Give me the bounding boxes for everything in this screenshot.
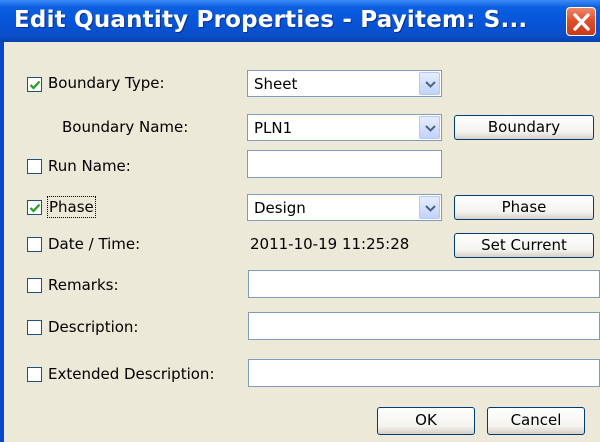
extended-description-checkbox[interactable] bbox=[27, 367, 42, 382]
run-name-checkbox[interactable] bbox=[27, 159, 42, 174]
boundary-type-dropdown-button[interactable] bbox=[419, 72, 440, 95]
boundary-type-label: Boundary Type: bbox=[48, 74, 165, 92]
phase-value: Design bbox=[254, 199, 306, 217]
phase-dropdown-button[interactable] bbox=[419, 196, 440, 219]
phase-checkbox[interactable] bbox=[27, 200, 42, 215]
phase-button[interactable]: Phase bbox=[454, 195, 594, 220]
description-checkbox[interactable] bbox=[27, 320, 42, 335]
ok-button[interactable]: OK bbox=[377, 407, 475, 435]
date-time-checkbox[interactable] bbox=[27, 237, 42, 252]
check-icon bbox=[29, 80, 41, 90]
boundary-button[interactable]: Boundary bbox=[454, 115, 594, 140]
window-border bbox=[0, 42, 4, 442]
set-current-button[interactable]: Set Current bbox=[454, 233, 594, 258]
chevron-down-icon bbox=[425, 205, 436, 212]
boundary-name-label: Boundary Name: bbox=[62, 118, 189, 136]
boundary-type-select[interactable]: Sheet bbox=[247, 70, 442, 97]
date-time-value: 2011-10-19 11:25:28 bbox=[250, 235, 410, 253]
remarks-label: Remarks: bbox=[48, 276, 119, 294]
boundary-name-value: PLN1 bbox=[254, 119, 293, 137]
date-time-label: Date / Time: bbox=[48, 235, 141, 253]
run-name-input[interactable] bbox=[247, 150, 442, 178]
description-label: Description: bbox=[48, 318, 139, 336]
boundary-type-checkbox[interactable] bbox=[27, 77, 42, 92]
check-icon bbox=[29, 203, 41, 213]
run-name-label: Run Name: bbox=[48, 157, 131, 175]
remarks-input[interactable] bbox=[248, 270, 600, 298]
extended-description-label: Extended Description: bbox=[48, 365, 215, 383]
phase-label: Phase bbox=[47, 196, 96, 218]
boundary-type-value: Sheet bbox=[254, 75, 298, 93]
cancel-button[interactable]: Cancel bbox=[487, 407, 585, 435]
chevron-down-icon bbox=[425, 125, 436, 132]
description-input[interactable] bbox=[248, 312, 600, 340]
title-bar[interactable]: Edit Quantity Properties - Payitem: S... bbox=[0, 0, 600, 42]
boundary-name-select[interactable]: PLN1 bbox=[247, 114, 442, 141]
remarks-checkbox[interactable] bbox=[27, 278, 42, 293]
close-button[interactable] bbox=[566, 7, 596, 36]
boundary-name-dropdown-button[interactable] bbox=[419, 116, 440, 139]
chevron-down-icon bbox=[425, 81, 436, 88]
extended-description-input[interactable] bbox=[248, 359, 600, 387]
phase-select[interactable]: Design bbox=[247, 194, 442, 221]
window-title: Edit Quantity Properties - Payitem: S... bbox=[14, 7, 528, 33]
close-icon bbox=[573, 13, 590, 31]
